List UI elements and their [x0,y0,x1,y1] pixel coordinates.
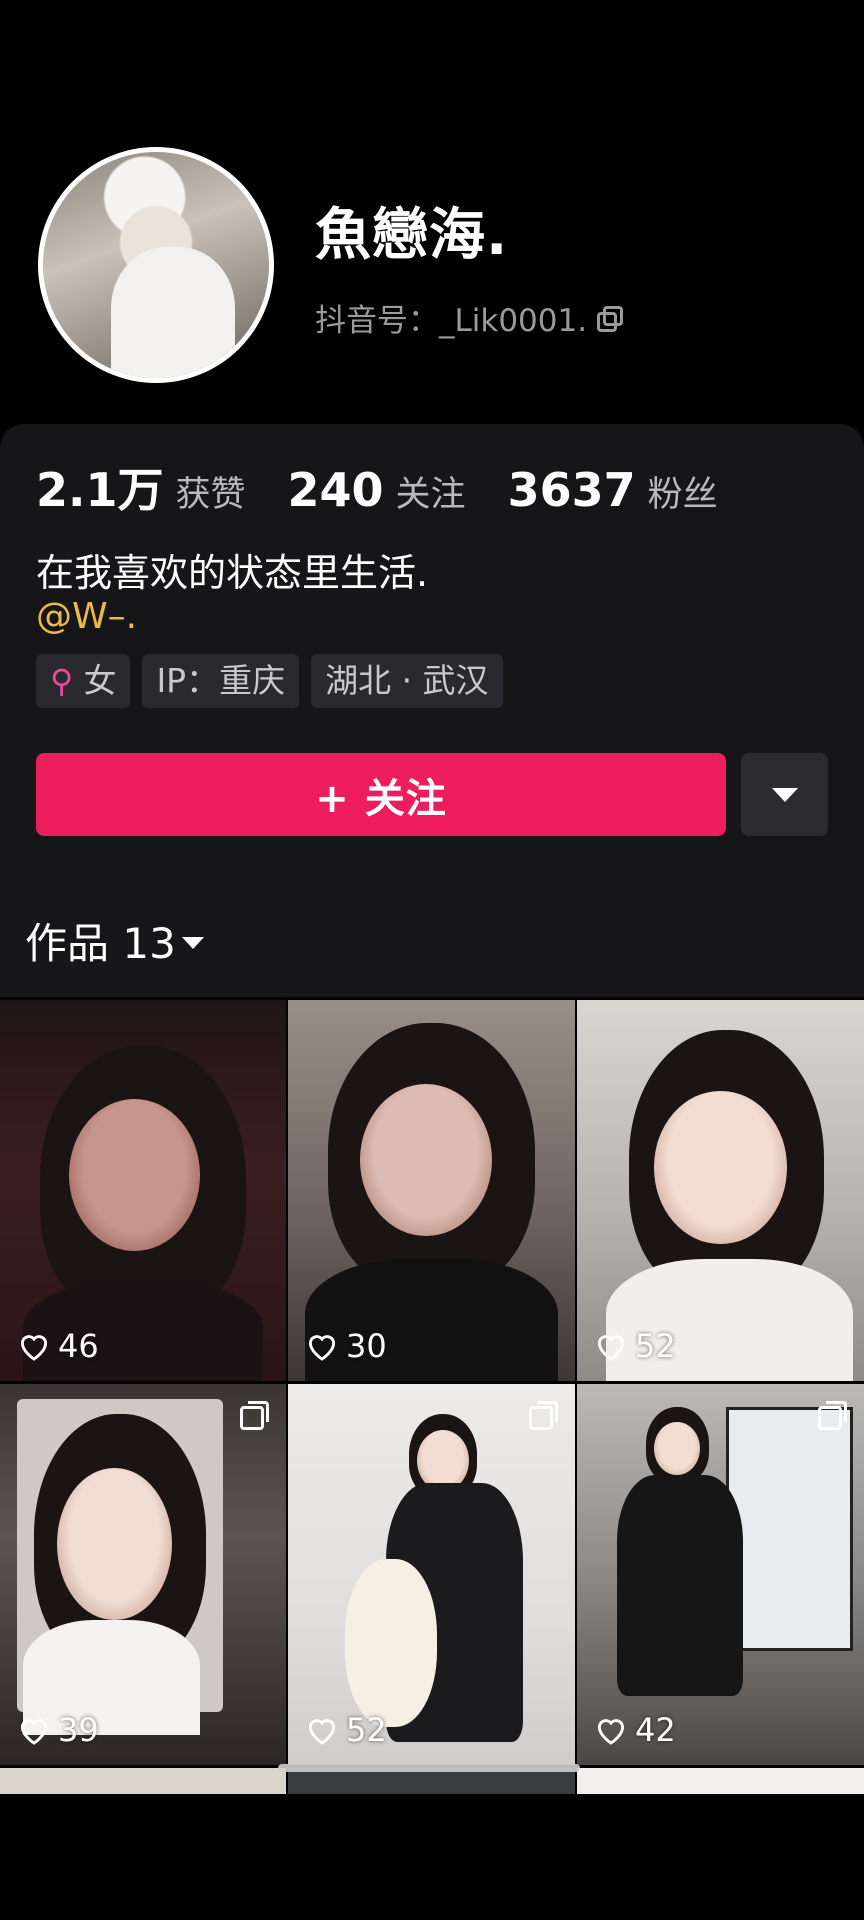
like-count: 39 [16,1711,99,1749]
video-grid: 46 30 52 39 52 42 [0,1000,864,1765]
video-tile[interactable]: 46 [0,1000,286,1381]
avatar-image [43,152,269,378]
video-tile-partial[interactable] [0,1768,286,1794]
tab-works[interactable]: 作品 13 [25,910,204,971]
douyin-id-text: 抖音号：_Lik0001. [315,303,588,339]
heart-icon [308,1335,336,1361]
like-count-text: 30 [346,1327,387,1365]
region-label: 湖北 · 武汉 [325,661,489,700]
video-tile[interactable]: 52 [288,1384,575,1765]
following-label[interactable]: 关注 [396,466,466,517]
likes-label: 获赞 [175,475,246,515]
video-tile[interactable]: 39 [0,1384,286,1765]
like-count-text: 46 [58,1327,99,1365]
ip-location-tag: IP：重庆 [142,654,300,708]
video-tile[interactable]: 52 [577,1000,864,1381]
like-count: 42 [593,1711,676,1749]
likes-count: 2.1万 [36,463,164,517]
bio-text: 在我喜欢的状态里生活. [36,551,429,595]
followers-label[interactable]: 粉丝 [648,466,718,517]
ip-location-label: IP：重庆 [156,661,286,700]
video-tile[interactable]: 30 [288,1000,575,1381]
tab-works-label: 作品 13 [25,919,176,968]
like-count-text: 39 [58,1711,99,1749]
scroll-indicator [278,1764,580,1772]
multi-image-icon [818,1401,847,1430]
bio-mention-link[interactable]: @W–. [36,596,137,637]
heart-icon [20,1719,48,1745]
like-count: 46 [16,1327,99,1365]
video-tile-partial[interactable] [577,1768,864,1794]
more-options-button[interactable] [741,753,828,836]
follow-button[interactable]: + 关注 [36,753,726,836]
followers-count[interactable]: 3637 [508,463,636,517]
like-count: 30 [304,1327,387,1365]
video-tile[interactable]: 42 [577,1384,864,1765]
profile-header: 魚戀海. 抖音号：_Lik0001. [0,0,864,440]
like-count-text: 52 [346,1711,387,1749]
gender-tag: ⚲ 女 [36,654,131,708]
female-icon: ⚲ [50,662,74,700]
heart-icon [20,1335,48,1361]
copy-icon[interactable] [597,305,624,332]
stats-row: 2.1万 获赞 240 关注 3637 粉丝 [36,454,760,520]
like-count: 52 [593,1327,676,1365]
multi-image-icon [240,1401,269,1430]
chevron-down-icon [181,936,204,949]
like-count-text: 42 [635,1711,676,1749]
douyin-id[interactable]: 抖音号：_Lik0001. [315,295,624,340]
like-count-text: 52 [635,1327,676,1365]
heart-icon [597,1335,625,1361]
gender-label: 女 [83,661,117,700]
multi-image-icon [529,1401,558,1430]
region-tag[interactable]: 湖北 · 武汉 [311,654,503,708]
following-count[interactable]: 240 [288,463,384,517]
profile-name: 魚戀海. [315,203,509,268]
profile-tags: ⚲ 女 IP：重庆 湖北 · 武汉 [36,654,503,708]
triangle-down-icon [771,787,798,802]
avatar[interactable] [38,147,274,383]
heart-icon [308,1719,336,1745]
like-count: 52 [304,1711,387,1749]
heart-icon [597,1719,625,1745]
